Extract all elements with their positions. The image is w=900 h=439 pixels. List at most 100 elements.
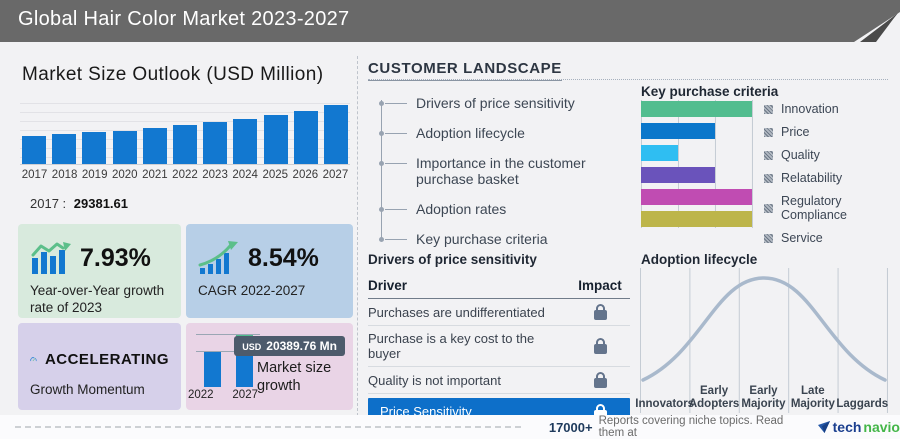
kpc-bar-innovation	[641, 101, 752, 117]
yoy-growth-card: 7.93% Year-over-Year growth rate of 2023	[18, 224, 181, 318]
legend-item: Price	[764, 125, 900, 139]
bar-2021	[142, 128, 167, 164]
brand-tech: tech	[832, 419, 862, 435]
growth-year-2027: 2027	[232, 389, 258, 401]
legend-label: Quality	[781, 148, 820, 162]
market-size-bar-chart	[20, 103, 350, 165]
kpc-legend: Innovation Price Quality Relatability Regula…	[764, 102, 900, 245]
table-row: Quality is not important	[368, 367, 630, 394]
customer-landscape-list: Drivers of price sensitivity Adoption li…	[372, 88, 628, 254]
x-tick-2021: 2021	[142, 169, 168, 181]
bar-2020	[112, 131, 137, 164]
growth-years: 2022 2027	[188, 389, 258, 401]
growth-year-2022: 2022	[188, 389, 214, 401]
base-year-label: 2017 :	[30, 196, 67, 211]
growth-bar-2022	[204, 352, 221, 387]
header-bar: Global Hair Color Market 2023-2027	[0, 0, 900, 42]
page-fold-decoration	[854, 12, 900, 42]
legend-label: Price	[781, 125, 810, 139]
key-purchase-criteria-chart	[641, 100, 753, 228]
landscape-item-key-purchase-criteria: Key purchase criteria	[372, 224, 628, 254]
legend-label: Regulatory Compliance	[781, 194, 848, 222]
x-tick-2022: 2022	[172, 169, 198, 181]
drivers-table-header: Driver Impact	[368, 274, 630, 299]
bar-chart-trend-icon	[31, 242, 71, 274]
market-size-bars	[20, 103, 350, 164]
legend-label: Innovation	[781, 102, 839, 116]
bar-2022	[172, 125, 197, 164]
kpc-bar-relatability	[641, 167, 715, 183]
bar-2024	[233, 119, 258, 164]
legend-marker-icon	[764, 203, 773, 213]
driver-text: Quality is not important	[368, 372, 501, 388]
growth-momentum-card: ACCELERATING Growth Momentum	[18, 323, 181, 410]
base-year-line: 2017 : 29381.61	[30, 196, 128, 211]
x-tick-2024: 2024	[232, 169, 258, 181]
x-tick-2025: 2025	[262, 169, 289, 181]
drivers-table-title: Drivers of price sensitivity	[368, 252, 537, 267]
lifecycle-stage-label: Innovators	[635, 397, 695, 410]
drivers-table: Driver Impact Purchases are undifferenti…	[368, 274, 630, 425]
landscape-item-adoption-rates: Adoption rates	[372, 194, 628, 224]
table-row: Purchase is a key cost to the buyer	[368, 326, 630, 367]
growth-value-badge: USD 20389.76 Mn	[234, 336, 345, 356]
footer-dashed-rule	[15, 426, 521, 428]
adoption-lifecycle-chart: Innovators Early Adopters Early Majority La…	[635, 268, 889, 413]
speedometer-icon	[30, 357, 37, 362]
yoy-growth-label: Year-over-Year growth rate of 2023	[30, 283, 165, 315]
x-tick-2018: 2018	[51, 169, 78, 181]
bar-2027	[323, 105, 348, 164]
bar-2018	[52, 134, 77, 164]
kpc-bar-service	[641, 211, 752, 227]
badge-amount: 20389.76 Mn	[266, 339, 337, 353]
legend-marker-icon	[764, 127, 773, 137]
bar-2025	[263, 115, 288, 164]
lifecycle-stage-label: Early Majority	[741, 384, 786, 410]
footer-text: Reports covering niche topics. Read them…	[598, 415, 784, 439]
brand-navio: navio	[863, 419, 900, 435]
report-count: 17000+	[548, 419, 593, 435]
x-tick-2023: 2023	[202, 169, 228, 181]
cagr-value: 8.54%	[248, 243, 319, 272]
lock-icon[interactable]	[593, 304, 607, 320]
lock-icon[interactable]	[593, 372, 607, 388]
base-year-amount: 29381.61	[73, 196, 129, 211]
lock-icon[interactable]	[593, 338, 607, 354]
landscape-item-price-sensitivity: Drivers of price sensitivity	[372, 88, 628, 118]
legend-item: Service	[764, 231, 900, 245]
bar-2022-base	[204, 352, 221, 387]
key-purchase-criteria-title: Key purchase criteria	[641, 84, 779, 99]
bell-curve	[641, 276, 887, 382]
adoption-lifecycle-title: Adoption lifecycle	[641, 252, 758, 267]
bar-2017	[22, 136, 46, 164]
table-row: Purchases are undifferentiated	[368, 299, 630, 326]
x-tick-2026: 2026	[292, 169, 319, 181]
page-title: Global Hair Color Market 2023-2027	[18, 8, 350, 30]
lifecycle-stage-label: Laggards	[836, 397, 889, 410]
bar-2019	[82, 132, 107, 164]
driver-text: Purchase is a key cost to the buyer	[368, 331, 535, 361]
legend-item: Innovation	[764, 102, 900, 116]
legend-item: Regulatory Compliance	[764, 194, 900, 222]
market-size-xlabels: 2017 2018 2019 2020 2021 2022 2023 2024 2025 2026…	[20, 169, 350, 181]
kpc-bar-price	[641, 123, 715, 139]
x-tick-2027: 2027	[322, 169, 349, 181]
kpc-bar-quality	[641, 145, 678, 161]
x-tick-2019: 2019	[81, 169, 108, 181]
badge-currency: USD	[242, 342, 262, 352]
landscape-item-adoption-lifecycle: Adoption lifecycle	[372, 118, 628, 148]
legend-marker-icon	[764, 104, 773, 114]
landscape-item-purchase-basket: Importance in the customer purchase bask…	[372, 148, 628, 194]
cagr-label: CAGR 2022-2027	[198, 283, 306, 298]
infographic-page: Global Hair Color Market 2023-2027 Marke…	[0, 0, 900, 439]
legend-item: Quality	[764, 148, 900, 162]
legend-label: Service	[781, 231, 823, 245]
technavio-logo[interactable]: tech navio	[817, 419, 900, 435]
market-size-growth-card: 2022 2027 USD 20389.76 Mn Market size gr…	[186, 323, 353, 410]
legend-marker-icon	[764, 150, 773, 160]
legend-marker-icon	[764, 233, 773, 243]
x-tick-2020: 2020	[111, 169, 138, 181]
technavio-flag-icon	[817, 421, 830, 433]
driver-column-header: Driver	[368, 278, 408, 293]
impact-column-header: Impact	[578, 278, 622, 293]
